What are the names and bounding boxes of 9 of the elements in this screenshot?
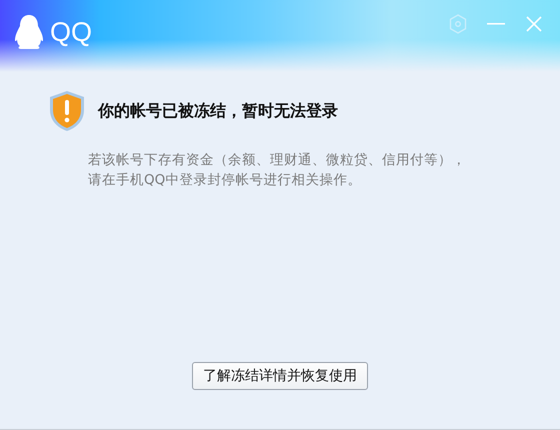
penguin-logo-icon	[14, 14, 44, 50]
details-button[interactable]: 了解冻结详情并恢复使用	[192, 362, 368, 390]
close-icon	[526, 16, 542, 32]
app-title: QQ	[50, 16, 92, 49]
settings-icon	[449, 14, 467, 34]
notice-message: 若该帐号下存有资金（余额、理财通、微粒贷、信用付等），请在手机QQ中登录封停帐号进行相关操作。	[88, 151, 467, 190]
minimize-icon	[487, 23, 505, 25]
warning-shield-icon	[48, 90, 86, 132]
notice-heading: 你的帐号已被冻结，暂时无法登录	[98, 100, 338, 122]
